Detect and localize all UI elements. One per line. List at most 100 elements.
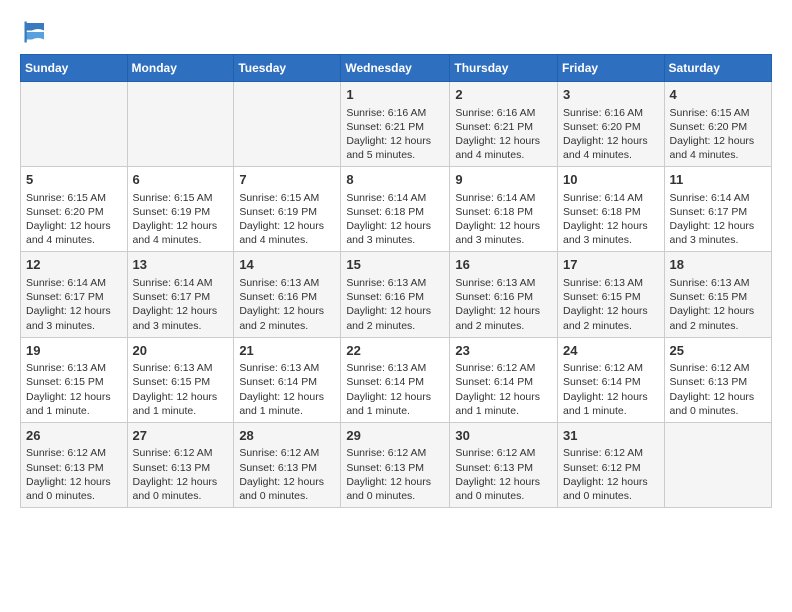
day-header-sunday: Sunday	[21, 55, 128, 82]
day-info: Sunrise: 6:13 AMSunset: 6:15 PMDaylight:…	[26, 361, 122, 418]
week-row-4: 19Sunrise: 6:13 AMSunset: 6:15 PMDayligh…	[21, 337, 772, 422]
calendar-cell: 14Sunrise: 6:13 AMSunset: 6:16 PMDayligh…	[234, 252, 341, 337]
calendar-cell	[234, 82, 341, 167]
day-info: Sunrise: 6:14 AMSunset: 6:18 PMDaylight:…	[455, 191, 552, 248]
day-info: Sunrise: 6:14 AMSunset: 6:17 PMDaylight:…	[26, 276, 122, 333]
calendar-cell: 27Sunrise: 6:12 AMSunset: 6:13 PMDayligh…	[127, 422, 234, 507]
calendar-cell: 8 Sunrise: 6:14 AMSunset: 6:18 PMDaylight…	[341, 167, 450, 252]
day-info: Sunrise: 6:13 AMSunset: 6:15 PMDaylight:…	[563, 276, 659, 333]
calendar-cell: 1Sunrise: 6:16 AMSunset: 6:21 PMDaylight…	[341, 82, 450, 167]
calendar-cell: 2 Sunrise: 6:16 AMSunset: 6:21 PMDaylight…	[450, 82, 558, 167]
day-number: 9	[455, 171, 552, 189]
day-info: Sunrise: 6:14 AMSunset: 6:17 PMDaylight:…	[670, 191, 766, 248]
calendar-cell: 11 Sunrise: 6:14 AMSunset: 6:17 PMDayligh…	[664, 167, 771, 252]
day-number: 15	[346, 256, 444, 274]
calendar-cell: 17 Sunrise: 6:13 AMSunset: 6:15 PMDayligh…	[558, 252, 665, 337]
calendar-cell: 15 Sunrise: 6:13 AMSunset: 6:16 PMDayligh…	[341, 252, 450, 337]
day-number: 22	[346, 342, 444, 360]
day-header-wednesday: Wednesday	[341, 55, 450, 82]
calendar-cell: 3 Sunrise: 6:16 AMSunset: 6:20 PMDaylight…	[558, 82, 665, 167]
calendar-cell: 26Sunrise: 6:12 AMSunset: 6:13 PMDayligh…	[21, 422, 128, 507]
calendar-cell: 10 Sunrise: 6:14 AMSunset: 6:18 PMDayligh…	[558, 167, 665, 252]
day-number: 8	[346, 171, 444, 189]
calendar-cell: 16 Sunrise: 6:13 AMSunset: 6:16 PMDayligh…	[450, 252, 558, 337]
day-number: 23	[455, 342, 552, 360]
calendar-cell: 20Sunrise: 6:13 AMSunset: 6:15 PMDayligh…	[127, 337, 234, 422]
calendar-cell: 13 Sunrise: 6:14 AMSunset: 6:17 PMDayligh…	[127, 252, 234, 337]
day-number: 17	[563, 256, 659, 274]
calendar-cell: 6 Sunrise: 6:15 AMSunset: 6:19 PMDaylight…	[127, 167, 234, 252]
day-info: Sunrise: 6:13 AMSunset: 6:16 PMDaylight:…	[455, 276, 552, 333]
day-info: Sunrise: 6:13 AMSunset: 6:16 PMDaylight:…	[346, 276, 444, 333]
calendar-cell: 28Sunrise: 6:12 AMSunset: 6:13 PMDayligh…	[234, 422, 341, 507]
day-info: Sunrise: 6:12 AMSunset: 6:13 PMDaylight:…	[26, 446, 122, 503]
calendar-cell: 23Sunrise: 6:12 AMSunset: 6:14 PMDayligh…	[450, 337, 558, 422]
logo-icon	[20, 20, 50, 44]
calendar-header-row: SundayMondayTuesdayWednesdayThursdayFrid…	[21, 55, 772, 82]
day-number: 13	[133, 256, 229, 274]
calendar-cell: 25Sunrise: 6:12 AMSunset: 6:13 PMDayligh…	[664, 337, 771, 422]
day-number: 10	[563, 171, 659, 189]
day-number: 21	[239, 342, 335, 360]
day-info: Sunrise: 6:16 AMSunset: 6:21 PMDaylight:…	[455, 106, 552, 163]
calendar-cell: 31Sunrise: 6:12 AMSunset: 6:12 PMDayligh…	[558, 422, 665, 507]
calendar-cell: 18 Sunrise: 6:13 AMSunset: 6:15 PMDayligh…	[664, 252, 771, 337]
day-number: 16	[455, 256, 552, 274]
day-info: Sunrise: 6:13 AMSunset: 6:14 PMDaylight:…	[346, 361, 444, 418]
day-number: 29	[346, 427, 444, 445]
week-row-2: 5Sunrise: 6:15 AMSunset: 6:20 PMDaylight…	[21, 167, 772, 252]
week-row-3: 12 Sunrise: 6:14 AMSunset: 6:17 PMDayligh…	[21, 252, 772, 337]
day-number: 11	[670, 171, 766, 189]
day-number: 4	[670, 86, 766, 104]
day-info: Sunrise: 6:13 AMSunset: 6:14 PMDaylight:…	[239, 361, 335, 418]
calendar-cell: 9 Sunrise: 6:14 AMSunset: 6:18 PMDaylight…	[450, 167, 558, 252]
day-info: Sunrise: 6:12 AMSunset: 6:13 PMDaylight:…	[239, 446, 335, 503]
day-info: Sunrise: 6:14 AMSunset: 6:18 PMDaylight:…	[346, 191, 444, 248]
calendar-cell: 21Sunrise: 6:13 AMSunset: 6:14 PMDayligh…	[234, 337, 341, 422]
calendar-cell	[127, 82, 234, 167]
day-number: 19	[26, 342, 122, 360]
day-number: 20	[133, 342, 229, 360]
day-number: 18	[670, 256, 766, 274]
day-number: 27	[133, 427, 229, 445]
day-info: Sunrise: 6:14 AMSunset: 6:18 PMDaylight:…	[563, 191, 659, 248]
page-header	[20, 20, 772, 44]
day-header-monday: Monday	[127, 55, 234, 82]
week-row-5: 26Sunrise: 6:12 AMSunset: 6:13 PMDayligh…	[21, 422, 772, 507]
day-number: 30	[455, 427, 552, 445]
day-number: 2	[455, 86, 552, 104]
day-info: Sunrise: 6:13 AMSunset: 6:15 PMDaylight:…	[670, 276, 766, 333]
day-number: 26	[26, 427, 122, 445]
calendar-cell	[664, 422, 771, 507]
calendar-cell: 24Sunrise: 6:12 AMSunset: 6:14 PMDayligh…	[558, 337, 665, 422]
day-info: Sunrise: 6:15 AMSunset: 6:20 PMDaylight:…	[26, 191, 122, 248]
day-info: Sunrise: 6:12 AMSunset: 6:13 PMDaylight:…	[455, 446, 552, 503]
day-number: 14	[239, 256, 335, 274]
day-info: Sunrise: 6:16 AMSunset: 6:20 PMDaylight:…	[563, 106, 659, 163]
day-number: 24	[563, 342, 659, 360]
day-info: Sunrise: 6:14 AMSunset: 6:17 PMDaylight:…	[133, 276, 229, 333]
day-info: Sunrise: 6:15 AMSunset: 6:20 PMDaylight:…	[670, 106, 766, 163]
day-info: Sunrise: 6:12 AMSunset: 6:12 PMDaylight:…	[563, 446, 659, 503]
day-number: 31	[563, 427, 659, 445]
day-info: Sunrise: 6:12 AMSunset: 6:13 PMDaylight:…	[670, 361, 766, 418]
calendar-cell: 7Sunrise: 6:15 AMSunset: 6:19 PMDaylight…	[234, 167, 341, 252]
day-number: 3	[563, 86, 659, 104]
day-info: Sunrise: 6:15 AMSunset: 6:19 PMDaylight:…	[133, 191, 229, 248]
calendar-cell: 12 Sunrise: 6:14 AMSunset: 6:17 PMDayligh…	[21, 252, 128, 337]
calendar-cell: 29Sunrise: 6:12 AMSunset: 6:13 PMDayligh…	[341, 422, 450, 507]
day-info: Sunrise: 6:12 AMSunset: 6:13 PMDaylight:…	[346, 446, 444, 503]
day-info: Sunrise: 6:12 AMSunset: 6:13 PMDaylight:…	[133, 446, 229, 503]
calendar-cell: 30Sunrise: 6:12 AMSunset: 6:13 PMDayligh…	[450, 422, 558, 507]
calendar-cell: 22Sunrise: 6:13 AMSunset: 6:14 PMDayligh…	[341, 337, 450, 422]
logo	[20, 20, 54, 44]
day-info: Sunrise: 6:12 AMSunset: 6:14 PMDaylight:…	[563, 361, 659, 418]
day-header-saturday: Saturday	[664, 55, 771, 82]
calendar-cell: 19Sunrise: 6:13 AMSunset: 6:15 PMDayligh…	[21, 337, 128, 422]
day-number: 6	[133, 171, 229, 189]
day-number: 12	[26, 256, 122, 274]
day-header-thursday: Thursday	[450, 55, 558, 82]
day-info: Sunrise: 6:12 AMSunset: 6:14 PMDaylight:…	[455, 361, 552, 418]
day-header-friday: Friday	[558, 55, 665, 82]
day-number: 25	[670, 342, 766, 360]
